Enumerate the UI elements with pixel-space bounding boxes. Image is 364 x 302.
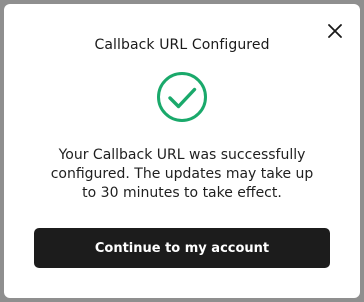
continue-button[interactable]: Continue to my account <box>34 228 330 268</box>
close-icon <box>328 24 342 38</box>
dialog-title: Callback URL Configured <box>94 37 270 53</box>
callback-configured-dialog: Callback URL Configured Your Callback UR… <box>4 4 360 298</box>
check-circle-icon <box>157 72 207 122</box>
dialog-message: Your Callback URL was successfully confi… <box>50 147 314 201</box>
